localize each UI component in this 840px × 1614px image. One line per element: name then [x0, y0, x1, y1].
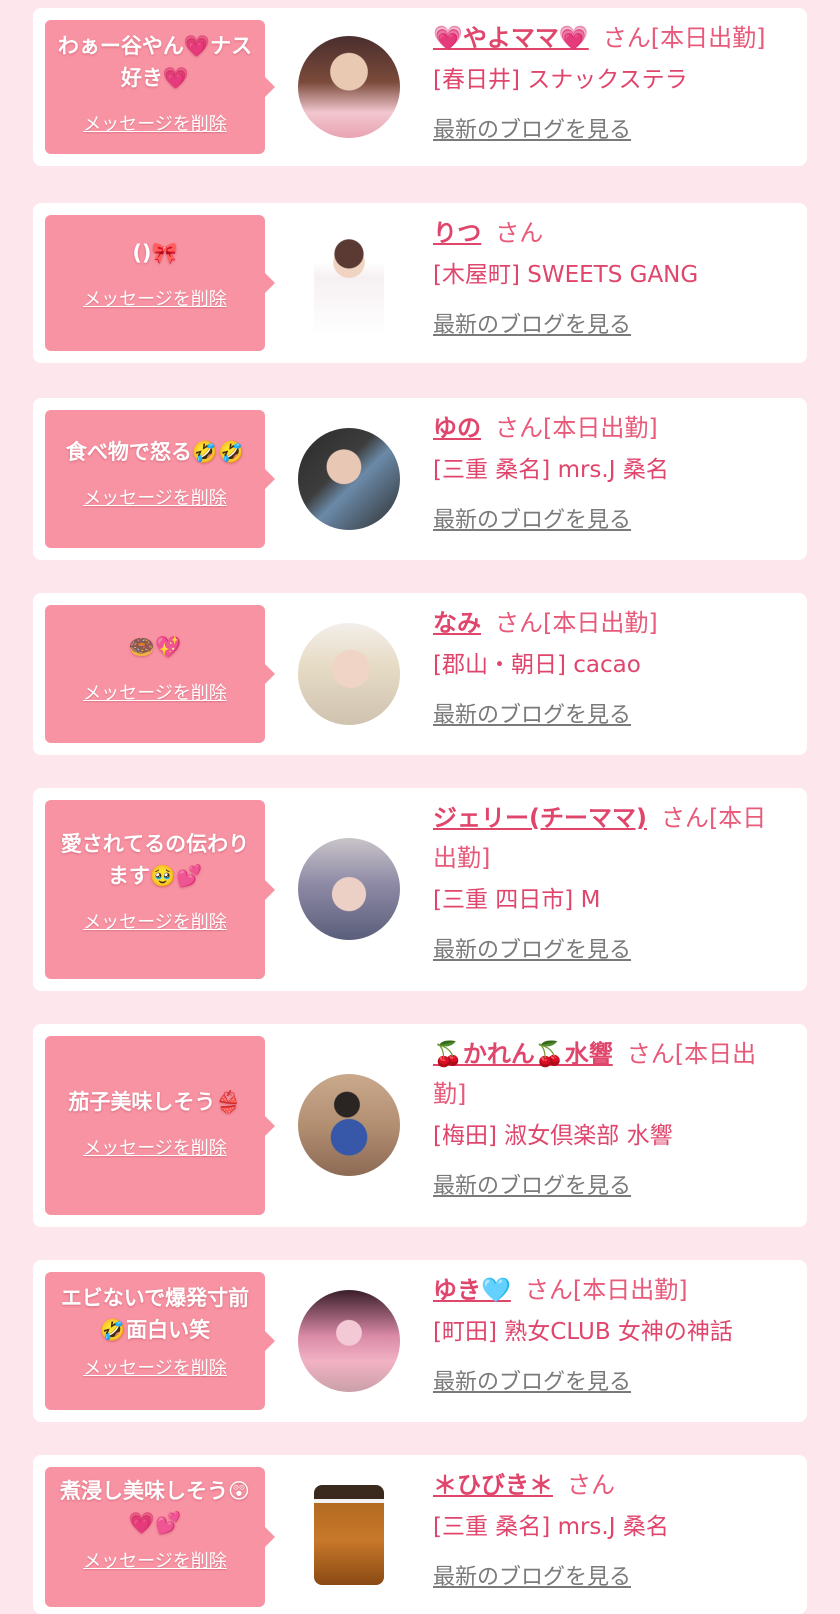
message-bubble: 茄子美味しそう👙 メッセージを削除	[45, 1036, 275, 1215]
honorific: さん	[660, 804, 709, 832]
name-line: ＊ひびき＊ さん	[433, 1465, 783, 1505]
blog-link[interactable]: 最新のブログを見る	[433, 1168, 631, 1200]
work-status: [本日出勤]	[543, 609, 658, 637]
message-text: (⁠⁠⁠⁠⁠⁠⁠)⁠🎀	[132, 241, 178, 265]
avatar[interactable]	[298, 36, 400, 138]
cast-info: 💗やよママ💗 さん[本日出勤] [春日井] スナックステラ 最新のブログを見る	[433, 18, 783, 144]
message-text: 食べ物で怒る🤣🤣	[65, 440, 245, 464]
honorific: さん	[495, 609, 543, 637]
blog-link[interactable]: 最新のブログを見る	[433, 932, 631, 964]
list-item: 愛されてるの伝わります🥹💕 メッセージを削除 ジェリー(チーママ) さん[本日出勤…	[33, 788, 807, 991]
cast-info: ＊ひびき＊ さん [三重 桑名] mrs.J 桑名 最新のブログを見る	[433, 1465, 783, 1591]
name-line: 🍒かれん🍒水響 さん[本日出勤]	[433, 1034, 783, 1114]
blog-link[interactable]: 最新のブログを見る	[433, 1559, 631, 1591]
message-text: 煮浸し美味しそう😲💗💕	[60, 1479, 250, 1535]
list-item: 茄子美味しそう👙 メッセージを削除 🍒かれん🍒水響 さん[本日出勤] [梅田] 淑…	[33, 1024, 807, 1227]
name-line: りつ さん	[433, 213, 783, 253]
list-item: (⁠⁠⁠⁠⁠⁠⁠)⁠🎀 メッセージを削除 りつ さん [木屋町] SWEETS G…	[33, 203, 807, 363]
honorific: さん	[626, 1040, 675, 1068]
blog-link[interactable]: 最新のブログを見る	[433, 307, 631, 339]
delete-message-link[interactable]: メッセージを削除	[83, 1134, 227, 1160]
avatar[interactable]	[298, 1074, 400, 1176]
name-line: なみ さん[本日出勤]	[433, 603, 783, 643]
work-status: [本日出勤]	[650, 24, 766, 52]
avatar[interactable]	[314, 231, 384, 335]
message-text: 茄子美味しそう👙	[68, 1090, 242, 1114]
message-bubble: 🍩💖 メッセージを削除	[45, 605, 275, 743]
message-bubble: (⁠⁠⁠⁠⁠⁠⁠)⁠🎀 メッセージを削除	[45, 215, 275, 351]
name-line: 💗やよママ💗 さん[本日出勤]	[433, 18, 783, 58]
list-item: 🍩💖 メッセージを削除 なみ さん[本日出勤] [郡山・朝日] cacao 最新の…	[33, 593, 807, 755]
work-status: [本日出勤]	[572, 1276, 688, 1304]
delete-message-link[interactable]: メッセージを削除	[83, 679, 227, 705]
delete-message-link[interactable]: メッセージを削除	[83, 1354, 227, 1380]
shop-name: [三重 四日市] M	[433, 887, 601, 913]
cast-info: ゆき🩵 さん[本日出勤] [町田] 熟女CLUB 女神の神話 最新のブログを見る	[433, 1270, 783, 1396]
message-text: 愛されてるの伝わります🥹💕	[60, 832, 250, 888]
message-bubble: わぁー谷やん💗ナス好き💗 メッセージを削除	[45, 20, 275, 154]
delete-message-link[interactable]: メッセージを削除	[83, 484, 227, 510]
cast-info: ゆの さん[本日出勤] [三重 桑名] mrs.J 桑名 最新のブログを見る	[433, 408, 783, 534]
work-status: [本日出勤]	[543, 414, 658, 442]
list-item: エビないで爆発寸前🤣面白い笑 メッセージを削除 ゆき🩵 さん[本日出勤] [町田]…	[33, 1260, 807, 1422]
avatar[interactable]	[298, 623, 400, 725]
delete-message-link[interactable]: メッセージを削除	[83, 110, 227, 136]
message-text: エビないで爆発寸前🤣面白い笑	[60, 1286, 250, 1342]
cast-name-link[interactable]: ゆき🩵	[433, 1276, 511, 1304]
cast-info: なみ さん[本日出勤] [郡山・朝日] cacao 最新のブログを見る	[433, 603, 783, 729]
name-line: ジェリー(チーママ) さん[本日出勤]	[433, 798, 783, 878]
cast-name-link[interactable]: りつ	[433, 219, 481, 247]
cast-name-link[interactable]: 🍒かれん🍒水響	[433, 1040, 613, 1068]
honorific: さん	[495, 219, 544, 247]
honorific: さん	[602, 24, 651, 52]
shop-name: [春日井] スナックステラ	[433, 67, 688, 93]
message-bubble: 愛されてるの伝わります🥹💕 メッセージを削除	[45, 800, 275, 979]
delete-message-link[interactable]: メッセージを削除	[83, 1547, 227, 1573]
avatar[interactable]	[314, 1485, 384, 1585]
cast-name-link[interactable]: ジェリー(チーママ)	[433, 804, 647, 832]
delete-message-link[interactable]: メッセージを削除	[83, 285, 227, 311]
cast-name-link[interactable]: 💗やよママ💗	[433, 24, 589, 52]
message-text: わぁー谷やん💗ナス好き💗	[57, 34, 253, 90]
cast-name-link[interactable]: ＊ひびき＊	[433, 1471, 553, 1499]
blog-link[interactable]: 最新のブログを見る	[433, 1364, 631, 1396]
message-bubble: 食べ物で怒る🤣🤣 メッセージを削除	[45, 410, 275, 548]
message-bubble: エビないで爆発寸前🤣面白い笑 メッセージを削除	[45, 1272, 275, 1410]
avatar[interactable]	[298, 1290, 400, 1392]
shop-name: [梅田] 淑女倶楽部 水響	[433, 1123, 673, 1149]
shop-name: [郡山・朝日] cacao	[433, 652, 641, 678]
name-line: ゆの さん[本日出勤]	[433, 408, 783, 448]
list-item: 煮浸し美味しそう😲💗💕 メッセージを削除 ＊ひびき＊ さん [三重 桑名] mrs…	[33, 1455, 807, 1614]
shop-name: [町田] 熟女CLUB 女神の神話	[433, 1319, 733, 1345]
cast-info: ジェリー(チーママ) さん[本日出勤] [三重 四日市] M 最新のブログを見る	[433, 798, 783, 964]
avatar[interactable]	[298, 838, 400, 940]
list-item: わぁー谷やん💗ナス好き💗 メッセージを削除 💗やよママ💗 さん[本日出勤] [春日…	[33, 8, 807, 166]
shop-name: [三重 桑名] mrs.J 桑名	[433, 457, 669, 483]
blog-link[interactable]: 最新のブログを見る	[433, 112, 631, 144]
delete-message-link[interactable]: メッセージを削除	[83, 908, 227, 934]
honorific: さん	[567, 1471, 615, 1499]
message-bubble: 煮浸し美味しそう😲💗💕 メッセージを削除	[45, 1467, 275, 1607]
name-line: ゆき🩵 さん[本日出勤]	[433, 1270, 783, 1310]
cast-name-link[interactable]: なみ	[433, 609, 481, 637]
honorific: さん	[495, 414, 543, 442]
avatar[interactable]	[298, 428, 400, 530]
list-item: 食べ物で怒る🤣🤣 メッセージを削除 ゆの さん[本日出勤] [三重 桑名] mrs…	[33, 398, 807, 560]
shop-name: [三重 桑名] mrs.J 桑名	[433, 1514, 669, 1540]
cast-info: 🍒かれん🍒水響 さん[本日出勤] [梅田] 淑女倶楽部 水響 最新のブログを見る	[433, 1034, 783, 1200]
blog-link[interactable]: 最新のブログを見る	[433, 502, 631, 534]
cast-info: りつ さん [木屋町] SWEETS GANG 最新のブログを見る	[433, 213, 783, 339]
blog-link[interactable]: 最新のブログを見る	[433, 697, 631, 729]
cast-name-link[interactable]: ゆの	[433, 414, 481, 442]
message-text: 🍩💖	[128, 635, 182, 659]
shop-name: [木屋町] SWEETS GANG	[433, 262, 699, 288]
honorific: さん	[524, 1276, 573, 1304]
